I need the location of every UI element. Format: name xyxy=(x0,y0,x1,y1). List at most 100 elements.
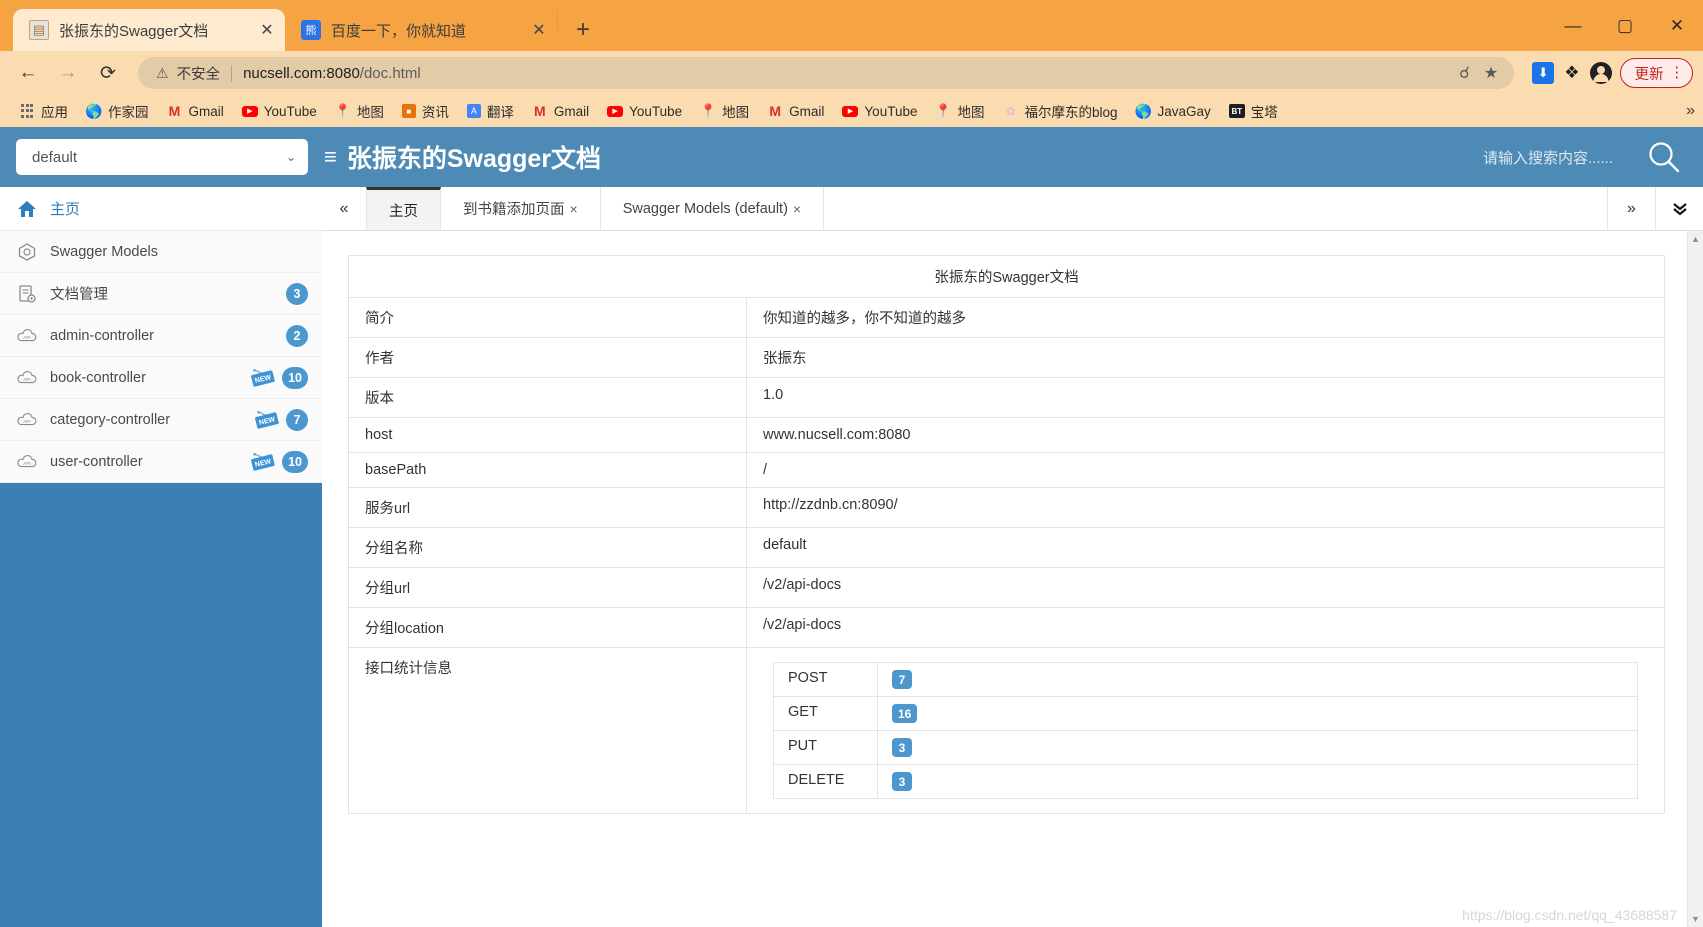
content-tab-label: 主页 xyxy=(389,203,418,220)
bookmark-item[interactable]: 🌎 JavaGay xyxy=(1127,98,1220,124)
tab-close-icon[interactable]: ✕ xyxy=(527,18,551,42)
bookmark-item[interactable]: M Gmail xyxy=(523,98,598,124)
maximize-button[interactable]: ▢ xyxy=(1599,0,1651,51)
bookmark-item[interactable]: M Gmail xyxy=(158,98,233,124)
download-extension-icon[interactable]: ⬇ xyxy=(1532,62,1555,84)
bookmark-label: Gmail xyxy=(188,103,224,119)
tabs-scroll-right-button[interactable]: » xyxy=(1607,187,1655,230)
content-tab[interactable]: 主页 xyxy=(366,187,441,230)
scroll-down-arrow-icon[interactable]: ▼ xyxy=(1691,914,1700,924)
bookmark-item[interactable]: ▶ YouTube xyxy=(598,98,691,124)
doc-row-value: 你知道的越多，你不知道的越多 xyxy=(746,297,1665,338)
new-tab-button[interactable]: + xyxy=(566,13,600,47)
minimize-button[interactable]: — xyxy=(1547,0,1599,51)
content-tab[interactable]: Swagger Models (default) × xyxy=(601,187,825,230)
news-icon: ■ xyxy=(401,104,416,118)
browser-tabbar: ▤ 张振东的Swagger文档 ✕ 熊 百度一下，你就知道 ✕ + — ▢ ✕ xyxy=(0,0,1703,51)
bookmark-item[interactable]: 📍 地图 xyxy=(926,98,993,124)
search-icon[interactable] xyxy=(1643,136,1685,178)
bookmark-item[interactable]: 应用 xyxy=(10,98,77,124)
table-row: 分组名称 default xyxy=(348,527,1665,568)
vertical-scrollbar[interactable]: ▲ ▼ xyxy=(1687,231,1703,927)
content-tab-close-icon[interactable]: × xyxy=(570,201,578,217)
bookmark-label: 宝塔 xyxy=(1250,105,1278,120)
browser-tab-0[interactable]: ▤ 张振东的Swagger文档 ✕ xyxy=(13,9,285,51)
sidebar-item-book-controller[interactable]: API book-controller NEW 10 xyxy=(0,357,322,399)
sidebar-item-user-controller[interactable]: API user-controller NEW 10 xyxy=(0,441,322,483)
maps-icon: 📍 xyxy=(334,103,351,118)
bookmark-label: YouTube xyxy=(629,103,683,119)
app-body: 主页 Swagger Models 文档管理 3 API admin-controller… xyxy=(0,187,1703,927)
stats-method-label: DELETE xyxy=(773,764,878,799)
menu-icon[interactable]: ≡ xyxy=(324,144,337,170)
gmail-icon: M xyxy=(168,103,181,119)
tabs-dropdown-button[interactable] xyxy=(1655,187,1703,230)
url-text: nucsell.com:8080/doc.html xyxy=(243,64,421,82)
stats-table-cell: POST 7 GET 16 PUT 3 DELETE 3 xyxy=(746,647,1665,814)
scroll-up-arrow-icon[interactable]: ▲ xyxy=(1691,234,1700,244)
bookmark-item[interactable]: ✿ 福尔摩东的blog xyxy=(993,98,1126,124)
search-icon[interactable]: ☌ xyxy=(1459,63,1470,83)
content-tab-close-icon[interactable]: × xyxy=(793,201,801,217)
sidebar-item-label: 文档管理 xyxy=(50,287,108,303)
puzzle-icon[interactable]: ❖ xyxy=(1564,63,1579,83)
close-window-button[interactable]: ✕ xyxy=(1651,0,1703,51)
sidebar-item-admin-controller[interactable]: API admin-controller 2 xyxy=(0,315,322,357)
bookmark-item[interactable]: BT 宝塔 xyxy=(1220,98,1287,124)
bookmark-item[interactable]: M Gmail xyxy=(758,98,833,124)
stats-row: 接口统计信息 POST 7 GET 16 PUT 3 DELETE 3 xyxy=(348,647,1665,814)
search-placeholder[interactable]: 请输入搜索内容...... xyxy=(1483,147,1613,168)
omnibox-divider xyxy=(231,64,233,82)
translate-icon: A xyxy=(466,104,481,118)
forward-button[interactable]: → xyxy=(50,55,86,91)
doc-row-label: 简介 xyxy=(348,297,747,338)
sidebar-item-[interactable]: 文档管理 3 xyxy=(0,273,322,315)
profile-avatar-icon[interactable] xyxy=(1589,62,1612,84)
bookmark-label: 资讯 xyxy=(421,105,449,120)
doc-row-value: /v2/api-docs xyxy=(746,607,1665,648)
group-select[interactable]: default ⌄ xyxy=(16,139,308,175)
bookmark-item[interactable]: A 翻译 xyxy=(458,98,523,124)
bookmark-label: JavaGay xyxy=(1157,103,1211,119)
models-icon xyxy=(16,242,38,262)
stats-table-row: POST 7 xyxy=(773,662,1638,697)
reload-button[interactable]: ⟳ xyxy=(90,55,126,91)
sidebar-item-swagger-models[interactable]: Swagger Models xyxy=(0,231,322,273)
tab-close-icon[interactable]: ✕ xyxy=(255,18,279,42)
sidebar-item-label: category-controller xyxy=(50,411,171,428)
sidebar-item-category-controller[interactable]: API category-controller NEW 7 xyxy=(0,399,322,441)
bookmark-item[interactable]: 📍 地图 xyxy=(326,98,393,124)
back-button[interactable]: ← xyxy=(10,55,46,91)
bookmark-item[interactable]: ▶ YouTube xyxy=(833,98,926,124)
content-tab[interactable]: 到书籍添加页面 × xyxy=(441,187,601,230)
stats-table-row: PUT 3 xyxy=(773,730,1638,765)
chevron-down-icon: ⌄ xyxy=(285,150,296,164)
chrome-menu-icon[interactable]: ⋮ xyxy=(1670,66,1685,81)
bookmark-item[interactable]: ■ 资讯 xyxy=(393,98,458,124)
bookmark-item[interactable]: ▶ YouTube xyxy=(233,98,326,124)
sidebar-badges: 3 xyxy=(286,282,308,305)
bookmark-star-icon[interactable]: ★ xyxy=(1484,63,1498,83)
bookmark-label: 地图 xyxy=(722,105,750,120)
bookmark-label: 福尔摩东的blog xyxy=(1024,105,1118,120)
update-button[interactable]: 更新 ⋮ xyxy=(1619,58,1693,88)
sidebar-item-[interactable]: 主页 xyxy=(0,187,322,231)
stats-count-cell: 3 xyxy=(877,730,1638,765)
browser-tab-1[interactable]: 熊 百度一下，你就知道 ✕ xyxy=(285,9,557,51)
tab-divider xyxy=(557,10,558,31)
svg-text:API: API xyxy=(23,334,30,339)
globe-icon: 🌎 xyxy=(1134,102,1153,119)
stats-count-cell: 7 xyxy=(877,662,1638,697)
doc-row-value: /v2/api-docs xyxy=(746,567,1665,608)
new-badge-icon: NEW xyxy=(248,367,278,389)
address-bar[interactable]: ⚠ 不安全 nucsell.com:8080/doc.html ☌ ★ xyxy=(138,57,1515,89)
sidebar-item-label: user-controller xyxy=(50,453,143,470)
table-row: basePath / xyxy=(348,452,1665,488)
tabs-scroll-left-button[interactable]: « xyxy=(322,187,366,230)
bookmarks-overflow-icon[interactable]: » xyxy=(1686,102,1695,120)
bookmark-label: 应用 xyxy=(41,105,68,120)
stats-table-row: DELETE 3 xyxy=(773,764,1638,799)
bookmark-item[interactable]: 🌎 作家园 xyxy=(77,98,158,124)
bookmark-item[interactable]: 📍 地图 xyxy=(691,98,758,124)
bookmark-label: 翻译 xyxy=(486,105,514,120)
